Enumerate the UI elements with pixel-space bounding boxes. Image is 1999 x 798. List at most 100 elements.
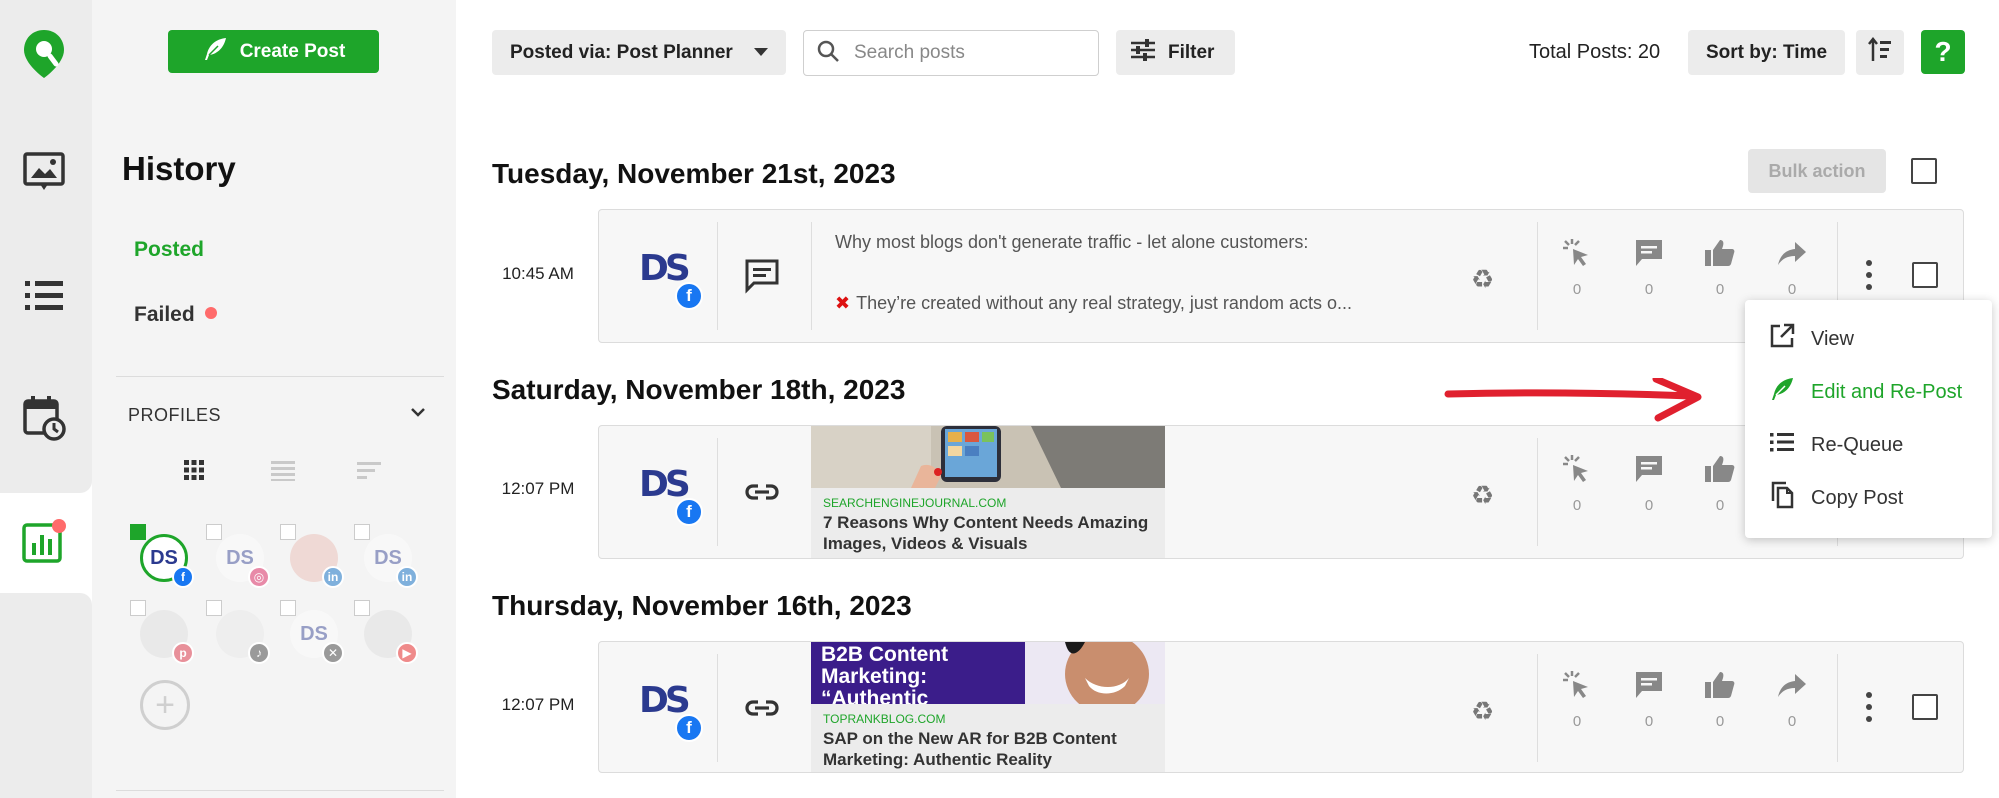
nav-item-posted[interactable]: Posted: [134, 238, 204, 262]
bulk-action-button[interactable]: Bulk action: [1748, 149, 1886, 193]
profile-avatar[interactable]: ▶: [354, 600, 418, 664]
thumbs-up-icon: [1704, 456, 1736, 488]
profile-checkbox[interactable]: [280, 600, 296, 616]
post-checkbox[interactable]: [1912, 694, 1938, 720]
card-divider: [1537, 654, 1538, 762]
list-queue-icon[interactable]: [20, 272, 68, 320]
post-text-line: Why most blogs don't generate traffic - …: [835, 232, 1309, 252]
likes-metric: 0: [1700, 670, 1740, 730]
calendar-clock-icon[interactable]: [20, 394, 68, 442]
external-link-icon: [1769, 323, 1795, 355]
more-options-icon[interactable]: [1864, 692, 1874, 722]
clicks-metric: 0: [1557, 238, 1597, 298]
search-field[interactable]: [803, 30, 1099, 76]
profile-logo: DS f: [635, 456, 705, 526]
cursor-click-icon: [1562, 455, 1592, 488]
total-posts-count: Total Posts: 20: [1529, 41, 1661, 63]
profile-logo: DS f: [635, 672, 705, 742]
menu-item-label: View: [1811, 327, 1854, 350]
instagram-icon: ◎: [248, 566, 270, 588]
share-arrow-icon: [1777, 242, 1807, 272]
page-title: History: [122, 150, 236, 187]
post-time: 10:45 AM: [502, 264, 574, 283]
compact-view-icon[interactable]: [356, 458, 386, 482]
recycle-icon[interactable]: ♻: [1471, 480, 1494, 511]
help-label: ?: [1934, 36, 1952, 67]
location-pin-logo-icon[interactable]: [20, 30, 68, 78]
comment-icon: [1634, 456, 1664, 488]
cursor-click-icon: [1562, 671, 1592, 704]
link-preview[interactable]: B2B Content Marketing: “Authentic Realit…: [811, 642, 1165, 772]
profile-avatar[interactable]: DS ✕: [280, 600, 344, 664]
recycle-icon[interactable]: ♻: [1471, 264, 1494, 295]
select-all-checkbox[interactable]: [1911, 158, 1937, 184]
link-title: SAP on the New AR for B2B Content Market…: [823, 729, 1117, 769]
profile-avatar[interactable]: p: [130, 600, 194, 664]
menu-item-copy-post[interactable]: Copy Post: [1745, 472, 1992, 524]
sort-by-button[interactable]: Sort by: Time: [1688, 30, 1845, 75]
analytics-chart-icon[interactable]: [20, 518, 68, 566]
profile-avatar[interactable]: ♪: [206, 600, 270, 664]
profile-avatar[interactable]: in: [280, 524, 344, 588]
sidebar-divider: [116, 790, 444, 791]
menu-item-requeue[interactable]: Re-Queue: [1745, 419, 1992, 471]
create-post-label: Create Post: [239, 40, 346, 62]
profile-checkbox[interactable]: [130, 524, 146, 540]
sidebar-divider: [116, 376, 444, 377]
icon-rail: [0, 0, 92, 798]
link-icon: [744, 474, 780, 510]
linkedin-icon: in: [396, 566, 418, 588]
create-post-button[interactable]: Create Post: [168, 30, 379, 73]
menu-item-edit-repost[interactable]: Edit and Re-Post: [1745, 366, 1992, 418]
link-title: 7 Reasons Why Content Needs Amazing Imag…: [823, 513, 1149, 553]
link-image-headline: B2B Content Marketing: “Authentic Realit…: [821, 644, 949, 704]
profile-logo: DS f: [635, 240, 705, 310]
clicks-metric: 0: [1557, 670, 1597, 730]
post-time: 12:07 PM: [501, 695, 575, 714]
search-input[interactable]: [854, 42, 1074, 64]
help-button[interactable]: ?: [1921, 30, 1965, 74]
recycle-icon[interactable]: ♻: [1471, 696, 1494, 727]
cross-mark-icon: ✖: [835, 293, 851, 313]
youtube-icon: ▶: [396, 642, 418, 664]
post-card[interactable]: DSf B2B Content Marketing: “Authentic Re…: [598, 641, 1964, 773]
add-profile-button[interactable]: +: [140, 680, 190, 730]
link-preview[interactable]: SEARCHENGINEJOURNAL.COM 7 Reasons Why Co…: [811, 426, 1165, 558]
facebook-icon: f: [172, 566, 194, 588]
menu-item-label: Copy Post: [1811, 486, 1904, 509]
profile-checkbox[interactable]: [130, 600, 146, 616]
menu-item-view[interactable]: View: [1745, 313, 1992, 365]
thumbs-up-icon: [1704, 240, 1736, 272]
more-options-icon[interactable]: [1864, 260, 1874, 290]
profile-checkbox[interactable]: [206, 600, 222, 616]
posted-via-select[interactable]: Posted via: Post Planner: [492, 30, 786, 75]
profile-checkbox[interactable]: [206, 524, 222, 540]
grid-view-icon[interactable]: [182, 458, 212, 482]
profile-avatar[interactable]: DS f: [130, 524, 194, 588]
list-view-icon[interactable]: [270, 458, 300, 482]
profiles-label: PROFILES: [128, 405, 222, 425]
facebook-icon: f: [675, 282, 703, 310]
profile-checkbox[interactable]: [354, 524, 370, 540]
image-post-icon[interactable]: [20, 148, 68, 196]
profile-avatar[interactable]: DS ◎: [206, 524, 270, 588]
card-divider: [717, 654, 718, 762]
chevron-down-icon[interactable]: [408, 402, 428, 427]
profile-avatar[interactable]: DS in: [354, 524, 418, 588]
likes-metric: 0: [1700, 238, 1740, 298]
annotation-arrow: [1444, 375, 1704, 433]
filter-button[interactable]: Filter: [1116, 30, 1235, 75]
profile-checkbox[interactable]: [354, 600, 370, 616]
post-text-line-content: They’re created without any real strateg…: [856, 293, 1352, 313]
sort-direction-button[interactable]: [1856, 30, 1904, 75]
share-arrow-icon: [1777, 674, 1807, 704]
nav-item-failed-label: Failed: [134, 303, 195, 326]
profile-checkbox[interactable]: [280, 524, 296, 540]
cursor-click-icon: [1562, 239, 1592, 272]
link-domain: TOPRANKBLOG.COM: [823, 712, 946, 726]
nav-item-failed[interactable]: Failed: [134, 303, 217, 327]
comment-icon: [1634, 240, 1664, 272]
post-checkbox[interactable]: [1912, 262, 1938, 288]
link-preview-image: B2B Content Marketing: “Authentic Realit…: [811, 642, 1165, 704]
date-heading: Tuesday, November 21st, 2023: [492, 158, 896, 189]
